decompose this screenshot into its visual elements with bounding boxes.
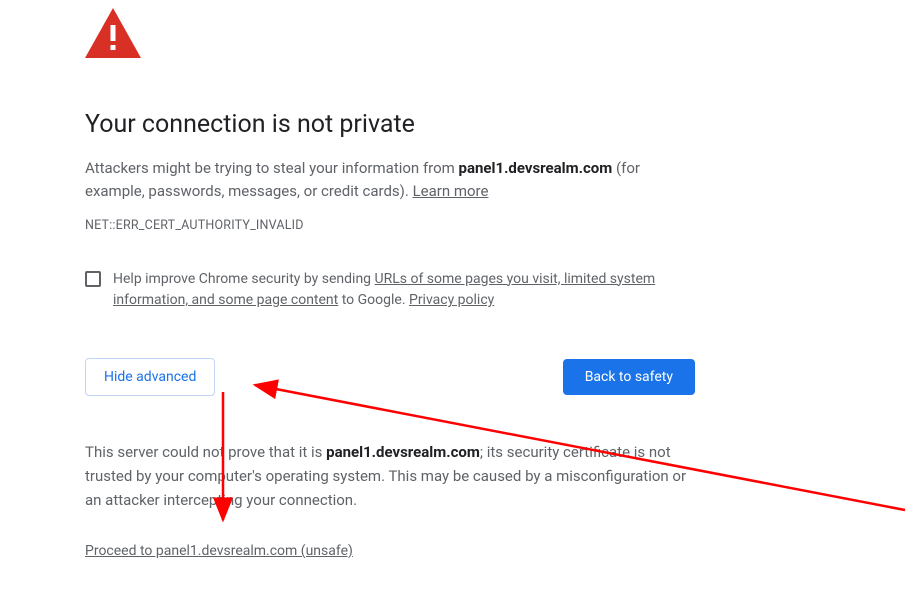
back-to-safety-button[interactable]: Back to safety xyxy=(563,359,695,395)
advanced-details: This server could not prove that it is p… xyxy=(85,440,695,512)
opt-in-text: Help improve Chrome security by sending … xyxy=(113,269,695,312)
opt-in-checkbox[interactable] xyxy=(85,271,101,287)
details-prefix: This server could not prove that it is xyxy=(85,443,326,461)
opt-in-link-privacy[interactable]: Privacy policy xyxy=(409,292,494,308)
opt-in-mid: to Google. xyxy=(338,292,409,308)
opt-in-prefix: Help improve Chrome security by sending xyxy=(113,271,375,287)
error-code: NET::ERR_CERT_AUTHORITY_INVALID xyxy=(85,218,700,233)
warning-icon xyxy=(85,0,700,62)
proceed-unsafe-link[interactable]: Proceed to panel1.devsrealm.com (unsafe) xyxy=(85,543,353,559)
warning-body: Attackers might be trying to steal your … xyxy=(85,157,700,204)
details-domain: panel1.devsrealm.com xyxy=(326,443,480,461)
warning-body-prefix: Attackers might be trying to steal your … xyxy=(85,159,459,177)
learn-more-link[interactable]: Learn more xyxy=(413,182,489,200)
page-title: Your connection is not private xyxy=(85,110,700,139)
warning-body-domain: panel1.devsrealm.com xyxy=(459,159,613,177)
hide-advanced-button[interactable]: Hide advanced xyxy=(85,358,215,396)
